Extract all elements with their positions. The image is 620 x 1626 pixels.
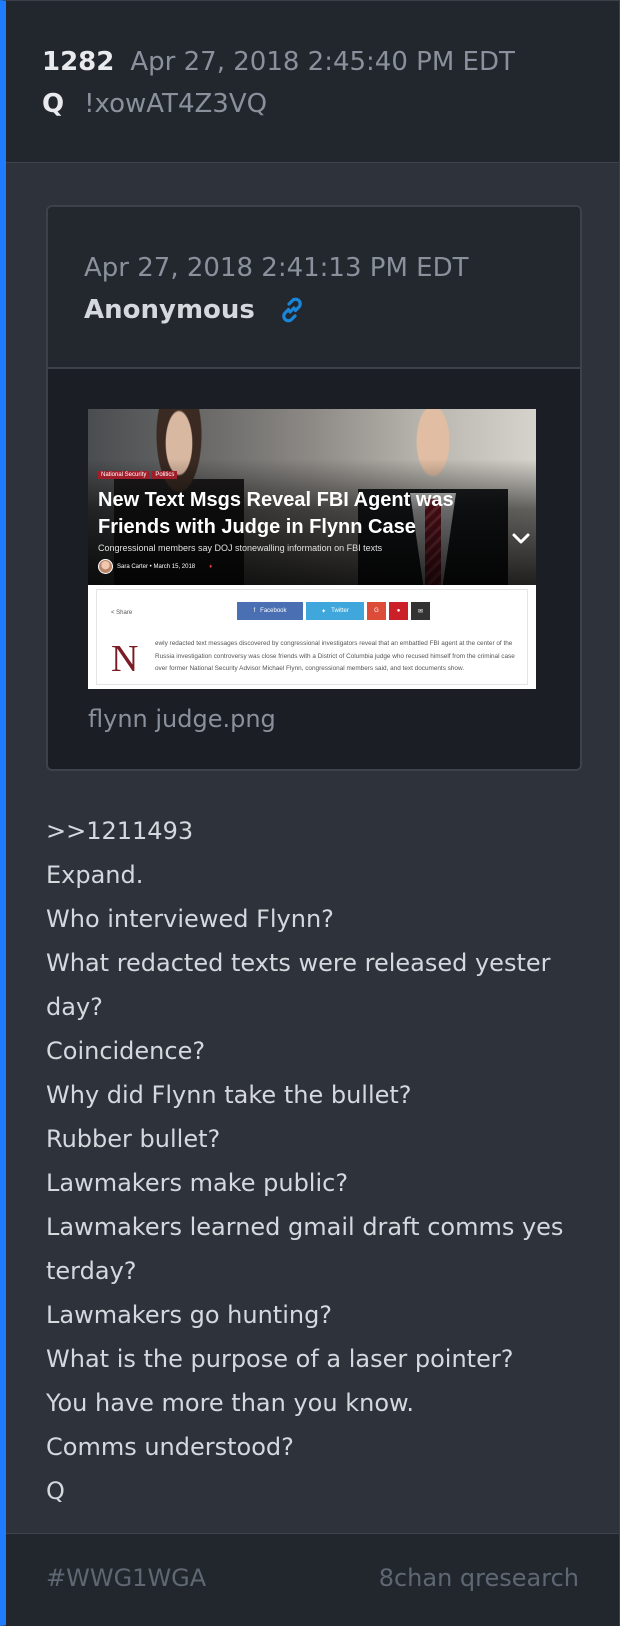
attachment-filename[interactable]: flynn judge.png [88,705,276,733]
quoted-post-author-row: Anonymous [84,295,580,325]
body-line: terday? [46,1257,137,1285]
share-label: < Share [111,610,133,616]
body-line: What redacted texts were released yester [46,949,551,977]
post-tripcode: !xowAT4Z3VQ [84,89,268,119]
article-byline: Sara Carter • March 15, 2018 ♦ [98,559,212,574]
quoted-post: Apr 27, 2018 2:41:13 PM EDT Anonymous Na… [46,205,582,771]
body-line: Coincidence? [46,1037,206,1065]
email-icon: ✉ [411,602,430,620]
google-plus-icon: G [367,602,386,620]
post-author-line: Q !xowAT4Z3VQ [42,89,619,119]
post-header: 1282 Apr 27, 2018 2:45:40 PM EDT Q !xowA… [6,1,619,163]
body-line: Lawmakers make public? [46,1169,349,1197]
post-date: Apr 27, 2018 2:45:40 PM EDT [130,47,515,77]
body-line: Rubber bullet? [46,1125,221,1153]
byline-text: Sara Carter • March 15, 2018 [117,563,196,570]
body-line: Why did Flynn take the bullet? [46,1081,412,1109]
attachment-image[interactable]: National Security Politics New Text Msgs… [88,409,536,689]
body-line: Lawmakers go hunting? [46,1301,333,1329]
chevron-down-icon [512,533,530,544]
author-avatar [98,559,113,574]
flame-icon: ♦ [209,563,213,570]
body-line: day? [46,993,103,1021]
post-number[interactable]: 1282 [42,47,114,77]
facebook-share-button: f Facebook [237,602,303,620]
q-post: 1282 Apr 27, 2018 2:45:40 PM EDT Q !xowA… [0,0,620,1626]
facebook-label: Facebook [260,608,287,614]
body-line: You have more than you know. [46,1389,415,1417]
body-line: What is the purpose of a laser pointer? [46,1345,514,1373]
share-buttons: f Facebook ✦ Twitter G ● ✉ [237,602,430,620]
article-subheadline: Congressional members say DOJ stonewalli… [98,543,383,553]
post-author: Q [42,89,65,119]
article-body-inner: < Share f Facebook ✦ Twitter G ● ✉ N ewl… [96,589,528,685]
body-line: Who interviewed Flynn? [46,905,334,933]
footer-hashtag: #WWG1WGA [46,1564,207,1592]
article-tag: Politics [152,471,178,479]
post-footer: #WWG1WGA 8chan qresearch [6,1533,619,1626]
article-paragraph: ewly redacted text messages discovered b… [155,640,515,672]
body-line-reply-link[interactable]: >>1211493 [46,809,592,853]
post-meta-line: 1282 Apr 27, 2018 2:45:40 PM EDT [42,47,619,77]
quoted-post-header: Apr 27, 2018 2:41:13 PM EDT Anonymous [48,207,580,369]
article-tags: National Security Politics [98,471,178,479]
quoted-post-author: Anonymous [84,295,255,325]
body-line: Expand. [46,861,144,889]
body-line: Comms understood? [46,1433,294,1461]
article-photo: National Security Politics New Text Msgs… [88,409,536,585]
body-line: Lawmakers learned gmail draft comms yes [46,1213,564,1241]
link-icon[interactable] [277,295,307,325]
body-line-signature: Q [46,1477,65,1505]
share-text: Share [116,610,133,616]
post-body: >>1211493 Expand. Who interviewed Flynn?… [46,809,592,1513]
quoted-post-date: Apr 27, 2018 2:41:13 PM EDT [84,253,469,283]
article-dropcap: N [111,638,139,680]
article-body: < Share f Facebook ✦ Twitter G ● ✉ N ewl… [88,585,536,689]
footer-source[interactable]: 8chan qresearch [379,1564,579,1592]
pinterest-icon: ● [389,602,408,620]
twitter-label: Twitter [331,608,349,614]
article-headline: New Text Msgs Reveal FBI Agent was Frien… [98,489,454,538]
article-tag: National Security [98,471,150,479]
twitter-share-button: ✦ Twitter [306,602,364,620]
